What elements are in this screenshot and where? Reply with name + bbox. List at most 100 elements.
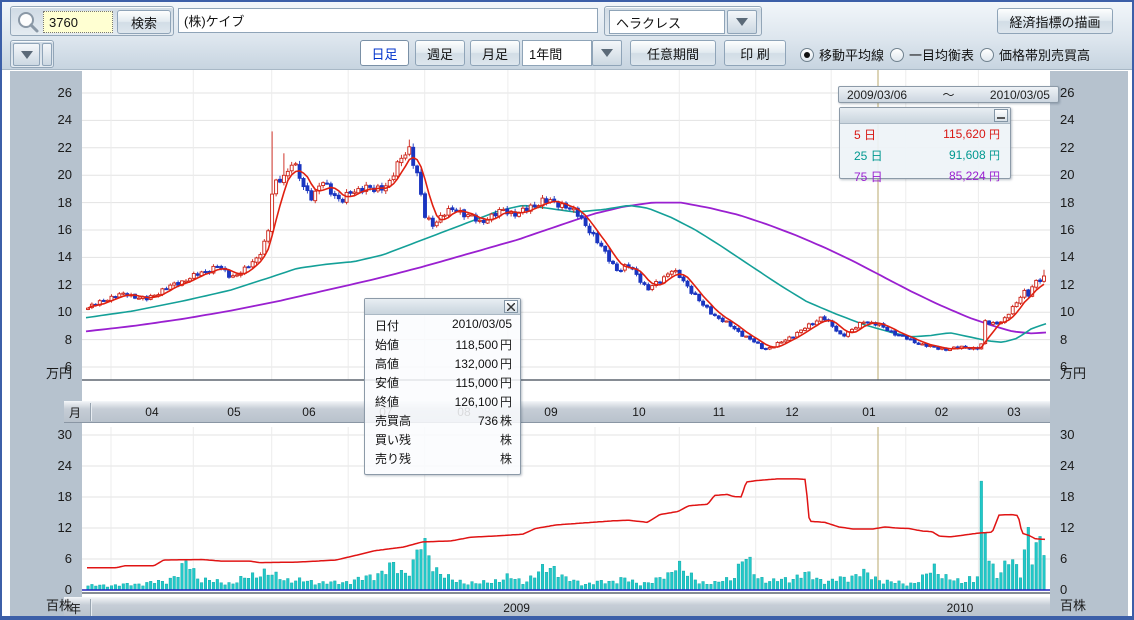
band-separator [90,403,91,421]
data-window-titlebar[interactable] [365,299,520,315]
month-tick-label: 01 [862,405,875,419]
chart-tools-group [10,40,54,68]
y-axis-tick-label: 24 [32,458,72,474]
close-button[interactable] [504,300,518,313]
data-window-row: 買い残 株 [365,429,520,448]
y-axis-tick-label: 10 [32,304,72,320]
field-value: 126,100円 [455,393,512,408]
y-axis-tick-label: 18 [1060,195,1074,211]
y-axis-tick-label: 18 [32,489,72,505]
ma-value: 115,620 円 [943,126,1000,143]
y-axis-unit-label: 万円 [32,366,72,382]
volume-chart-canvas[interactable] [82,427,1050,595]
market-select-arrow-button[interactable] [727,10,757,34]
y-axis-tick-label: 20 [32,167,72,183]
field-value: 115,000円 [456,374,513,389]
radio-selected-icon [800,48,814,62]
month-tick-label: 06 [302,405,315,419]
ma-period-label: 5 日 [854,126,876,143]
year-tick-label: 2010 [947,601,974,615]
radio-ichimoku[interactable]: 一目均衡表 [890,45,974,64]
field-value: 株 [498,450,512,465]
tab-daily[interactable]: 日足 [360,40,409,66]
y-axis-tick-label: 22 [32,140,72,156]
y-axis-tick-label: 22 [1060,140,1074,156]
field-value: 2010/03/05 [452,317,512,332]
month-axis-band: 月 040506070809101112010203 [64,401,1050,423]
period-select[interactable]: 1年間 [522,40,592,66]
year-tick-label: 2009 [503,601,530,615]
data-window-row: 売り残 株 [365,448,520,467]
y-axis-tick-label: 24 [1060,458,1074,474]
volume-chart[interactable] [82,427,1050,595]
field-label: 高値 [375,355,399,370]
y-axis-tick-label: 12 [1060,520,1074,536]
search-button[interactable]: 検索 [117,10,171,34]
ma-period-label: 25 日 [854,147,883,164]
radio-label: 価格帯別売買高 [999,45,1090,64]
month-tick-label: 09 [544,405,557,419]
y-axis-unit-label: 万円 [1060,366,1086,382]
legend-titlebar[interactable] [840,108,1010,124]
y-axis-tick-label: 30 [32,427,72,443]
chart-dropdown-button[interactable] [13,43,40,66]
date-range-box: 2009/03/06 ～ 2010/03/05 [838,86,1059,103]
y-axis-tick-label: 0 [32,582,72,598]
data-window: 日付 2010/03/05 始値118,500円高値 132,000円安値115,00… [364,298,521,475]
stock-code-input[interactable] [43,11,113,33]
y-axis-tick-label: 26 [1060,85,1074,101]
data-window-row: 安値115,000円 [365,372,520,391]
field-label: 日付 [375,317,399,332]
radio-label: 一目均衡表 [909,45,974,64]
radio-price-volume[interactable]: 価格帯別売買高 [980,45,1090,64]
y-axis-tick-label: 16 [32,222,72,238]
search-icon [15,10,41,34]
chevron-down-icon [601,49,613,57]
tab-monthly[interactable]: 月足 [470,40,520,66]
month-tick-label: 11 [713,405,725,419]
tab-weekly[interactable]: 週足 [415,40,465,66]
chevron-down-icon [736,18,748,26]
draw-economic-indicators-button[interactable]: 経済指標の描画 [997,8,1113,34]
y-axis-tick-label: 12 [1060,277,1074,293]
y-axis-tick-label: 6 [32,551,72,567]
ma-legend-row: 5 日 115,620 円 [840,124,1010,145]
field-label: 始値 [375,336,399,351]
date-range-to: 2010/03/05 [990,88,1050,102]
y-axis-tick-label: 24 [1060,112,1074,128]
month-tick-label: 10 [632,405,645,419]
y-axis-tick-label: 10 [1060,304,1074,320]
y-axis-unit-label: 百株 [1060,598,1086,614]
minimize-button[interactable] [994,109,1008,122]
field-value: 株 [498,431,512,446]
y-axis-tick-label: 6 [1060,551,1067,567]
field-label: 売買高 [375,412,411,427]
y-axis-tick-label: 18 [1060,489,1074,505]
date-range-from: 2009/03/06 [847,88,907,102]
y-axis-tick-label: 18 [32,195,72,211]
period-select-arrow-button[interactable] [592,40,622,66]
year-axis-band: 年 20092010 [64,597,1050,619]
print-button[interactable]: 印 刷 [724,40,786,66]
market-select[interactable]: ヘラクレス [609,10,725,34]
ma-legend-row: 25 日 91,608 円 [840,145,1010,166]
ma-value: 91,608 円 [949,147,1000,164]
y-axis-tick-label: 30 [1060,427,1074,443]
field-label: 終値 [375,393,399,408]
field-label: 買い残 [375,431,411,446]
custom-period-button[interactable]: 任意期間 [630,40,716,66]
field-label: 売り残 [375,450,411,465]
date-range-tilde: ～ [942,86,954,103]
stock-name-input[interactable] [178,8,598,33]
y-axis-tick-label: 26 [32,85,72,101]
data-window-row: 始値118,500円 [365,334,520,353]
data-window-row: 売買高736株 [365,410,520,429]
y-axis-tick-label: 0 [1060,582,1067,598]
chart-application-window: 検索 ヘラクレス 経済指標の描画 日足 週足 月足 1年間 任意期間 印 刷 移… [0,0,1134,620]
code-search-group: 検索 [10,6,174,36]
radio-moving-average[interactable]: 移動平均線 [800,45,884,64]
y-axis-unit-label: 百株 [32,598,72,614]
toolbar-grip[interactable] [42,43,52,66]
month-tick-label: 05 [227,405,240,419]
field-value: 132,000円 [455,355,512,370]
